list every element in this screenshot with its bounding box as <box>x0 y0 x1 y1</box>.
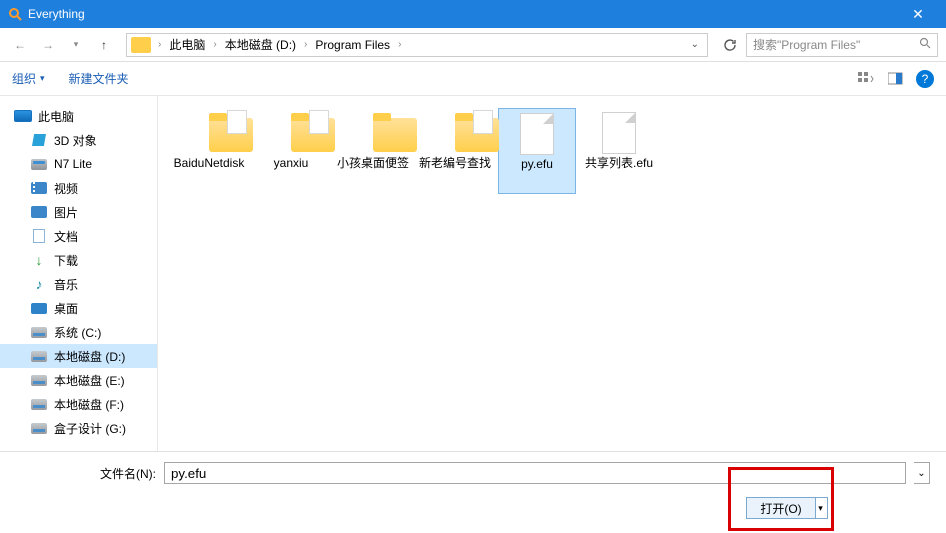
sidebar-item[interactable]: N7 Lite <box>0 152 157 176</box>
ic-dl-icon <box>30 253 48 267</box>
file-pane[interactable]: BaiduNetdisk yanxiu 小孩桌面便签新老编号查找 py.efu 共享列表… <box>158 96 946 451</box>
address-bar[interactable]: › 此电脑 › 本地磁盘 (D:) › Program Files › ⌄ <box>126 33 708 57</box>
item-label: py.efu <box>521 157 553 171</box>
ic-drive-icon <box>30 349 48 363</box>
sidebar: 此电脑 3D 对象N7 Lite视频图片文档下载音乐桌面系统 (C:)本地磁盘 … <box>0 96 158 451</box>
sidebar-this-pc[interactable]: 此电脑 <box>0 104 157 128</box>
search-icon <box>919 37 931 52</box>
ic-drive-icon <box>30 421 48 435</box>
sidebar-item[interactable]: 文档 <box>0 224 157 248</box>
main-area: 此电脑 3D 对象N7 Lite视频图片文档下载音乐桌面系统 (C:)本地磁盘 … <box>0 96 946 451</box>
recent-dropdown[interactable]: ▾ <box>64 33 88 57</box>
item-label: 共享列表.efu <box>585 156 653 170</box>
folder-icon <box>186 112 232 152</box>
preview-pane-button[interactable] <box>886 69 906 89</box>
folder-icon <box>432 112 478 152</box>
sidebar-item[interactable]: 本地磁盘 (D:) <box>0 344 157 368</box>
ic-doc-icon <box>30 229 48 243</box>
breadcrumb-pc[interactable]: 此电脑 <box>166 34 208 55</box>
sidebar-item[interactable]: 盒子设计 (G:) <box>0 416 157 440</box>
item-label: 新老编号查找 <box>419 156 491 170</box>
folder-item[interactable]: BaiduNetdisk <box>170 108 248 194</box>
sidebar-item[interactable]: 系统 (C:) <box>0 320 157 344</box>
close-button[interactable]: ✕ <box>898 6 938 23</box>
app-icon <box>8 7 22 21</box>
folder-icon <box>350 112 396 152</box>
ic-3d-icon <box>30 133 48 147</box>
sidebar-item[interactable]: 视频 <box>0 176 157 200</box>
organize-button[interactable]: 组织 ▾ <box>12 70 45 87</box>
open-dropdown[interactable]: ▾ <box>814 497 828 519</box>
folder-icon <box>268 112 314 152</box>
back-button[interactable]: ← <box>8 33 32 57</box>
sidebar-item[interactable]: 本地磁盘 (F:) <box>0 392 157 416</box>
window-title: Everything <box>28 7 898 21</box>
sidebar-item[interactable]: 3D 对象 <box>0 128 157 152</box>
titlebar: Everything ✕ <box>0 0 946 28</box>
sidebar-item[interactable]: 音乐 <box>0 272 157 296</box>
ic-disk-icon <box>30 157 48 171</box>
open-button[interactable]: 打开(O) <box>746 497 816 519</box>
item-label: 小孩桌面便签 <box>337 156 409 170</box>
file-icon <box>596 112 642 152</box>
chevron-right-icon: › <box>155 39 164 50</box>
ic-pic-icon <box>30 205 48 219</box>
view-options-button[interactable] <box>856 69 876 89</box>
ic-drive-icon <box>30 373 48 387</box>
chevron-right-icon: › <box>301 39 310 50</box>
item-label: yanxiu <box>274 156 309 170</box>
navbar: ← → ▾ ↑ › 此电脑 › 本地磁盘 (D:) › Program File… <box>0 28 946 62</box>
chevron-right-icon: › <box>395 39 404 50</box>
item-label: BaiduNetdisk <box>174 156 245 170</box>
bottom-bar: 文件名(N): ⌄ 打开(O) ▾ <box>0 451 946 533</box>
filename-dropdown[interactable]: ⌄ <box>914 462 930 484</box>
folder-icon <box>131 37 151 53</box>
search-placeholder: 搜索"Program Files" <box>753 36 860 53</box>
ic-desktop-icon <box>30 301 48 315</box>
monitor-icon <box>14 109 32 123</box>
folder-item[interactable]: 小孩桌面便签 <box>334 108 412 194</box>
ic-drive-icon <box>30 325 48 339</box>
file-item[interactable]: py.efu <box>498 108 576 194</box>
ic-music-icon <box>30 277 48 291</box>
sidebar-item[interactable]: 本地磁盘 (E:) <box>0 368 157 392</box>
new-folder-button[interactable]: 新建文件夹 <box>69 70 129 87</box>
search-input[interactable]: 搜索"Program Files" <box>746 33 938 57</box>
folder-item[interactable]: 新老编号查找 <box>416 108 494 194</box>
help-button[interactable]: ? <box>916 70 934 88</box>
filename-label: 文件名(N): <box>100 465 156 482</box>
chevron-right-icon: › <box>210 39 219 50</box>
breadcrumb-folder[interactable]: Program Files <box>312 36 393 54</box>
up-button[interactable]: ↑ <box>92 33 116 57</box>
file-item[interactable]: 共享列表.efu <box>580 108 658 194</box>
sidebar-item[interactable]: 下载 <box>0 248 157 272</box>
breadcrumb-drive[interactable]: 本地磁盘 (D:) <box>222 34 299 55</box>
sidebar-item[interactable]: 图片 <box>0 200 157 224</box>
file-icon <box>514 113 560 153</box>
ic-drive-icon <box>30 397 48 411</box>
sidebar-item[interactable]: 桌面 <box>0 296 157 320</box>
ic-video-icon <box>30 181 48 195</box>
toolbar: 组织 ▾ 新建文件夹 ? <box>0 62 946 96</box>
refresh-button[interactable] <box>718 33 742 57</box>
forward-button[interactable]: → <box>36 33 60 57</box>
folder-item[interactable]: yanxiu <box>252 108 330 194</box>
address-dropdown[interactable]: ⌄ <box>687 39 703 50</box>
